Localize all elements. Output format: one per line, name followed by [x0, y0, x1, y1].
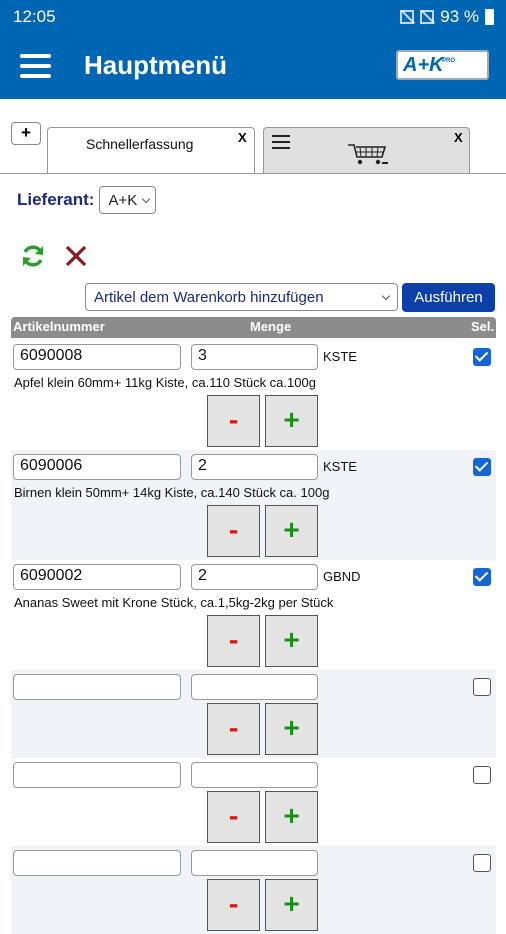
- increment-button[interactable]: +: [265, 615, 318, 667]
- tab-close-button[interactable]: X: [238, 130, 247, 145]
- unit-label: GBND: [323, 569, 361, 584]
- article-number-input[interactable]: [13, 762, 181, 788]
- quantity-input[interactable]: [191, 850, 318, 876]
- table-row: 6090002 2 GBND Ananas Sweet mit Krone Stück…: [11, 560, 496, 670]
- article-number-input[interactable]: 6090008: [13, 344, 181, 370]
- table-row: - +: [11, 758, 496, 846]
- refresh-icon[interactable]: [20, 243, 46, 269]
- no-signal-icon: [400, 10, 415, 24]
- article-number-input[interactable]: 6090002: [13, 564, 181, 590]
- chevron-down-icon: [142, 194, 151, 203]
- article-number-input[interactable]: [13, 850, 181, 876]
- add-tab-button[interactable]: +: [11, 122, 41, 145]
- table-header: Artikelnummer Menge Sel.: [11, 317, 496, 338]
- quantity-input[interactable]: [191, 762, 318, 788]
- supplier-label: Lieferant:: [17, 190, 95, 209]
- table-row: - +: [11, 846, 496, 934]
- table-row: - +: [11, 670, 496, 758]
- cart-icon: [348, 144, 388, 165]
- decrement-button[interactable]: -: [207, 505, 260, 557]
- increment-button[interactable]: +: [265, 791, 318, 843]
- quantity-input[interactable]: 2: [191, 454, 318, 480]
- header-quantity: Menge: [250, 319, 292, 334]
- run-button[interactable]: Ausführen: [402, 283, 495, 312]
- quantity-input[interactable]: 2: [191, 564, 318, 590]
- increment-button[interactable]: +: [265, 879, 318, 931]
- article-number-input[interactable]: 6090006: [13, 454, 181, 480]
- decrement-button[interactable]: -: [207, 615, 260, 667]
- tab-cart[interactable]: X: [263, 127, 470, 173]
- select-checkbox[interactable]: [473, 678, 491, 696]
- brand-logo: A+K PRO: [396, 50, 489, 80]
- select-checkbox[interactable]: [473, 568, 491, 586]
- menu-icon[interactable]: [20, 54, 51, 78]
- quantity-input[interactable]: 3: [191, 344, 318, 370]
- decrement-button[interactable]: -: [207, 395, 260, 447]
- chevron-down-icon: [381, 291, 391, 300]
- increment-button[interactable]: +: [265, 703, 318, 755]
- article-number-input[interactable]: [13, 674, 181, 700]
- supplier-row: Lieferant: A+K: [17, 186, 157, 214]
- app-bar: Hauptmenü A+K PRO: [0, 33, 506, 99]
- quantity-input[interactable]: [191, 674, 318, 700]
- tab-close-button[interactable]: X: [454, 130, 463, 145]
- increment-button[interactable]: +: [265, 395, 318, 447]
- select-checkbox[interactable]: [473, 458, 491, 476]
- no-sim-icon: [420, 10, 435, 24]
- logo-text: A+K: [403, 54, 444, 76]
- tab-schnellerfassung[interactable]: Schnellerfassung X: [47, 127, 255, 173]
- status-time: 12:05: [13, 7, 56, 26]
- tab-divider: [0, 173, 506, 174]
- battery-percent: 93 %: [440, 7, 479, 26]
- delete-icon[interactable]: [64, 244, 88, 268]
- page-title: Hauptmenü: [84, 50, 227, 80]
- action-row: Artikel dem Warenkorb hinzufügen Ausführ…: [85, 283, 495, 312]
- unit-label: KSTE: [323, 459, 357, 474]
- tab-bar: + Schnellerfassung X X: [0, 117, 506, 175]
- action-select[interactable]: Artikel dem Warenkorb hinzufügen: [85, 283, 398, 311]
- supplier-select[interactable]: A+K: [99, 186, 157, 214]
- decrement-button[interactable]: -: [207, 879, 260, 931]
- select-checkbox[interactable]: [473, 348, 491, 366]
- decrement-button[interactable]: -: [207, 703, 260, 755]
- table-row: 6090008 3 KSTE Apfel klein 60mm+ 11kg Kiste…: [11, 340, 496, 450]
- table-row: 6090006 2 KSTE Birnen klein 50mm+ 14kg Kist…: [11, 450, 496, 560]
- battery-icon: [485, 9, 494, 25]
- header-article: Artikelnummer: [13, 319, 105, 334]
- article-description: Apfel klein 60mm+ 11kg Kiste, ca.110 Stü…: [14, 375, 316, 390]
- article-description: Birnen klein 50mm+ 14kg Kiste, ca.140 St…: [14, 485, 330, 500]
- increment-button[interactable]: +: [265, 505, 318, 557]
- select-checkbox[interactable]: [473, 854, 491, 872]
- article-description: Ananas Sweet mit Krone Stück, ca.1,5kg-2…: [14, 595, 334, 610]
- logo-small-text: PRO: [442, 58, 456, 64]
- select-checkbox[interactable]: [473, 766, 491, 784]
- action-select-value: Artikel dem Warenkorb hinzufügen: [94, 288, 324, 306]
- decrement-button[interactable]: -: [207, 791, 260, 843]
- header-select: Sel.: [471, 319, 495, 334]
- supplier-value: A+K: [108, 191, 138, 209]
- status-bar: 12:05 93 %: [0, 0, 506, 33]
- tab-label: Schnellerfassung: [86, 136, 194, 152]
- unit-label: KSTE: [323, 349, 357, 364]
- list-icon: [272, 135, 290, 153]
